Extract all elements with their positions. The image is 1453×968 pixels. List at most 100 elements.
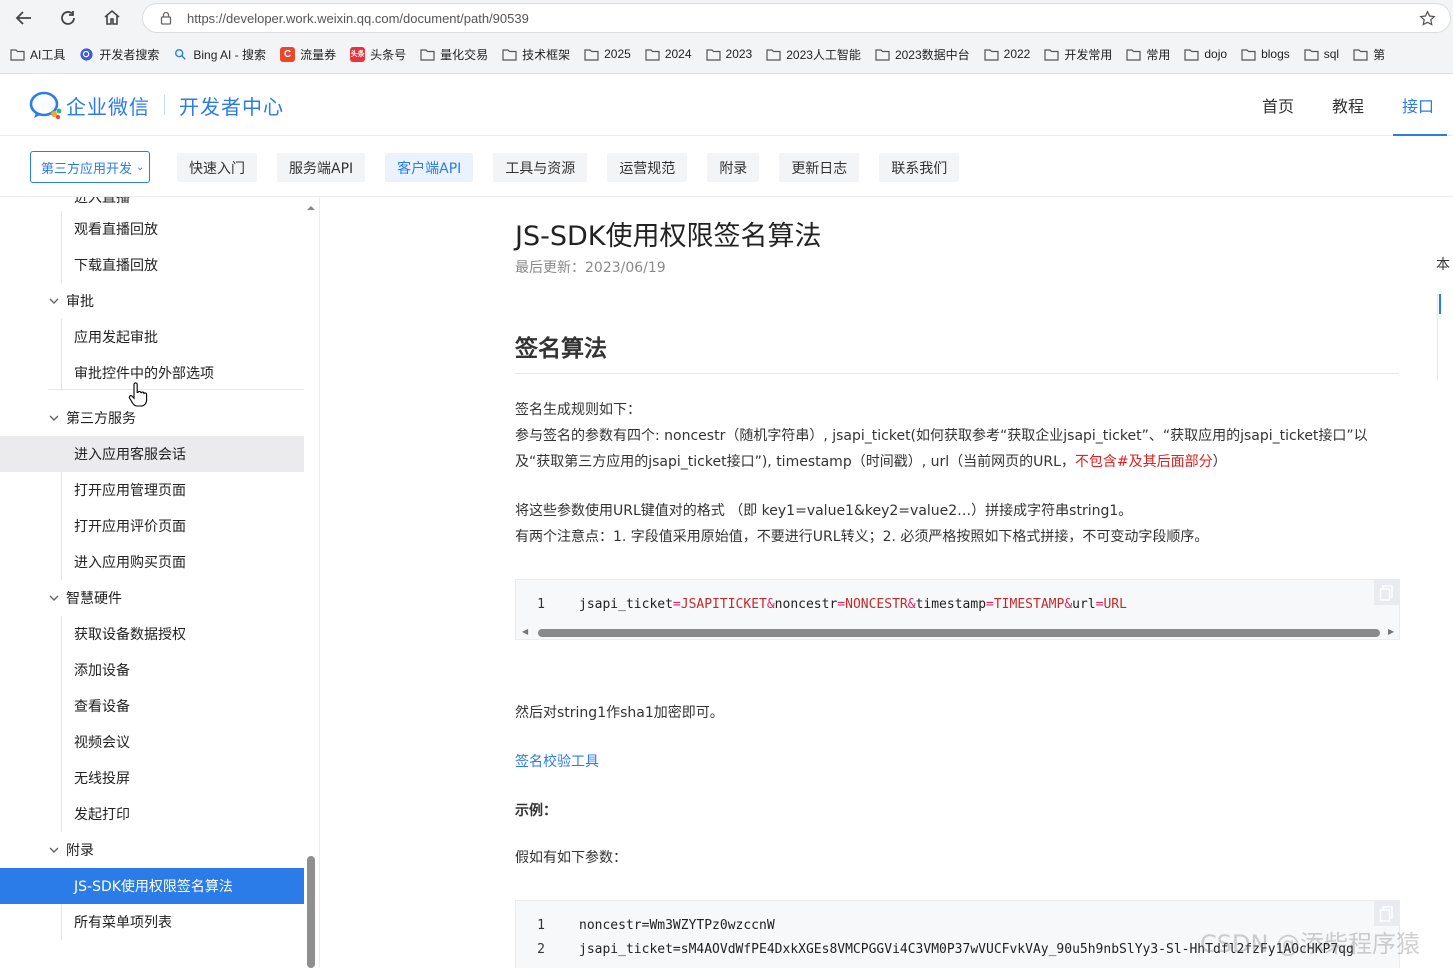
sidebar-item[interactable]: 所有菜单项列表 bbox=[0, 904, 304, 940]
sidebar-scrollbar[interactable] bbox=[307, 856, 315, 968]
bookmark-item[interactable]: 2022 bbox=[984, 47, 1030, 61]
category-dropdown[interactable]: 第三方应用开发 ⌄ bbox=[30, 151, 150, 183]
code-token: NONCESTR bbox=[845, 596, 908, 612]
sidebar-item-label: 进入应用购买页面 bbox=[74, 555, 186, 571]
text-line: 将这些参数使用URL键值对的格式 （即 key1=value1&key2=val… bbox=[515, 503, 1133, 519]
sidebar-group[interactable]: 审批 bbox=[0, 283, 304, 319]
sidebar-group[interactable]: 第三方服务 bbox=[0, 400, 304, 436]
sidebar-item[interactable]: 进入应用购买页面 bbox=[0, 544, 304, 580]
scroll-right-icon[interactable]: ▶ bbox=[1388, 627, 1396, 637]
bookmark-item[interactable]: 技术框架 bbox=[502, 46, 570, 63]
sidebar-item[interactable]: 观看直播回放 bbox=[0, 211, 304, 247]
site-logo[interactable]: 企业微信 开发者中心 bbox=[28, 89, 284, 121]
sidebar-item-label: 查看设备 bbox=[74, 699, 130, 715]
sidebar-item[interactable]: 打开应用评价页面 bbox=[0, 508, 304, 544]
bookmark-item[interactable]: 第 bbox=[1353, 46, 1385, 63]
bookmark-item[interactable]: 常用 bbox=[1126, 46, 1170, 63]
sidebar-item[interactable]: 发起打印 bbox=[0, 796, 304, 832]
dropdown-label: 第三方应用开发 bbox=[41, 161, 133, 177]
bookmark-item[interactable]: 2023数据中台 bbox=[875, 46, 970, 63]
sidebar-divider bbox=[48, 389, 304, 390]
sidebar-item-label: 进入应用客服会话 bbox=[74, 447, 186, 463]
bookmarks-bar: AI工具 开发者搜索 Bing AI - 搜索 C 流量券 头条 头条号 量化交易 技术框架 20… bbox=[0, 40, 1453, 68]
tab-item[interactable]: 工具与资源 bbox=[493, 153, 588, 182]
bookmark-label: 头条号 bbox=[370, 47, 407, 62]
toc-label: 本 bbox=[1436, 257, 1450, 273]
scrollbar-thumb[interactable] bbox=[538, 629, 1380, 637]
sidebar-item-label: 第三方服务 bbox=[66, 411, 136, 427]
toc-active-indicator bbox=[1439, 294, 1441, 314]
address-bar[interactable]: https://developer.work.weixin.qq.com/doc… bbox=[142, 3, 1451, 33]
tab-item[interactable]: 更新日志 bbox=[779, 153, 860, 182]
bookmark-item[interactable]: 开发常用 bbox=[1044, 46, 1112, 63]
sidebar-item-label: JS-SDK使用权限签名算法 bbox=[74, 879, 233, 895]
scroll-left-icon[interactable]: ◀ bbox=[522, 627, 530, 637]
code-token: jsapi_ticket bbox=[579, 596, 673, 612]
bookmark-item[interactable]: blogs bbox=[1241, 47, 1290, 61]
format-paragraph: 将这些参数使用URL键值对的格式 （即 key1=value1&key2=val… bbox=[515, 498, 1415, 550]
bookmark-item[interactable]: 开发者搜索 bbox=[79, 46, 159, 63]
sidebar-item-label: 打开应用评价页面 bbox=[74, 519, 186, 535]
lock-icon bbox=[160, 11, 172, 25]
arrow-left-icon bbox=[15, 11, 31, 25]
tab-item[interactable]: 联系我们 bbox=[879, 153, 960, 182]
sidebar-item[interactable]: 查看设备 bbox=[0, 688, 304, 724]
copy-button[interactable] bbox=[1374, 580, 1399, 605]
bookmark-label: 2023 bbox=[725, 47, 753, 61]
sidebar-item[interactable]: 应用发起审批 bbox=[0, 319, 304, 355]
sidebar-item-label: 打开应用管理页面 bbox=[74, 483, 186, 499]
bookmark-item[interactable]: 2023人工智能 bbox=[766, 46, 861, 63]
sidebar-item[interactable]: 添加设备 bbox=[0, 652, 304, 688]
bookmark-item[interactable]: 2024 bbox=[645, 47, 692, 61]
sidebar-item[interactable]: 下载直播回放 bbox=[0, 247, 304, 283]
sidebar-item[interactable]: 视频会议 bbox=[0, 724, 304, 760]
tab-item[interactable]: 运营规范 bbox=[607, 153, 688, 182]
scroll-up-arrow-icon[interactable] bbox=[306, 203, 316, 213]
bookmark-item[interactable]: AI工具 bbox=[10, 46, 65, 63]
folder-icon bbox=[10, 48, 25, 61]
sidebar-item[interactable]: JS-SDK使用权限签名算法 bbox=[0, 868, 304, 904]
text-span: ） bbox=[1212, 454, 1227, 470]
copy-button[interactable] bbox=[1374, 901, 1399, 926]
sidebar-group[interactable]: 附录 bbox=[0, 832, 304, 868]
sidebar-item[interactable]: 打开应用管理页面 bbox=[0, 472, 304, 508]
folder-icon bbox=[1184, 48, 1199, 61]
signature-tool-link[interactable]: 签名校验工具 bbox=[515, 751, 599, 771]
sidebar-item[interactable]: 审批控件中的外部选项 bbox=[0, 355, 304, 391]
star-icon[interactable] bbox=[1419, 10, 1436, 27]
code-token: TIMESTAMP bbox=[993, 596, 1065, 612]
text-line: 有两个注意点：1. 字段值采用原始值，不要进行URL转义；2. 必须严格按照如下… bbox=[515, 529, 1209, 545]
sidebar-item[interactable]: 获取设备数据授权 bbox=[0, 616, 304, 652]
top-nav-item[interactable]: 接口 bbox=[1383, 74, 1453, 136]
code-scrollbar[interactable]: ◀ ▶ bbox=[522, 627, 1396, 637]
reload-button[interactable] bbox=[54, 4, 82, 32]
bookmark-item[interactable]: sql bbox=[1304, 47, 1339, 61]
c-badge-icon: C bbox=[280, 46, 296, 62]
folder-icon bbox=[1126, 48, 1141, 61]
folder-icon bbox=[420, 48, 435, 61]
top-nav-item[interactable]: 教程 bbox=[1313, 74, 1383, 136]
chevron-down-icon bbox=[49, 298, 59, 304]
sidebar-group[interactable]: 智慧硬件 bbox=[0, 580, 304, 616]
bookmark-item[interactable]: 2025 bbox=[584, 47, 631, 61]
bookmark-item[interactable]: 量化交易 bbox=[420, 46, 488, 63]
bookmark-item[interactable]: 头条 头条号 bbox=[350, 46, 406, 63]
top-nav-item[interactable]: 首页 bbox=[1243, 74, 1313, 136]
sidebar-item[interactable]: 无线投屏 bbox=[0, 760, 304, 796]
tab-item[interactable]: 服务端API bbox=[277, 153, 366, 182]
wecom-logo-icon bbox=[29, 91, 62, 120]
folder-icon bbox=[766, 48, 781, 61]
sidebar-item[interactable]: 进入应用客服会话 bbox=[0, 436, 304, 472]
bookmark-item[interactable]: 2023 bbox=[705, 47, 753, 61]
code-text: jsapi_ticket=JSAPITICKET&noncestr=NONCES… bbox=[579, 597, 1127, 612]
code-token: noncestr bbox=[774, 596, 838, 612]
tab-item[interactable]: 快速入门 bbox=[177, 153, 257, 182]
bookmark-item[interactable]: Bing AI - 搜索 bbox=[173, 46, 266, 63]
back-button[interactable] bbox=[10, 4, 38, 32]
tab-item[interactable]: 客户端API bbox=[385, 153, 474, 182]
bookmark-item[interactable]: C 流量券 bbox=[280, 46, 336, 63]
home-button[interactable] bbox=[98, 4, 126, 32]
tab-item[interactable]: 附录 bbox=[707, 153, 760, 182]
text-line: 签名生成规则如下： bbox=[515, 402, 641, 418]
bookmark-item[interactable]: dojo bbox=[1184, 47, 1227, 61]
